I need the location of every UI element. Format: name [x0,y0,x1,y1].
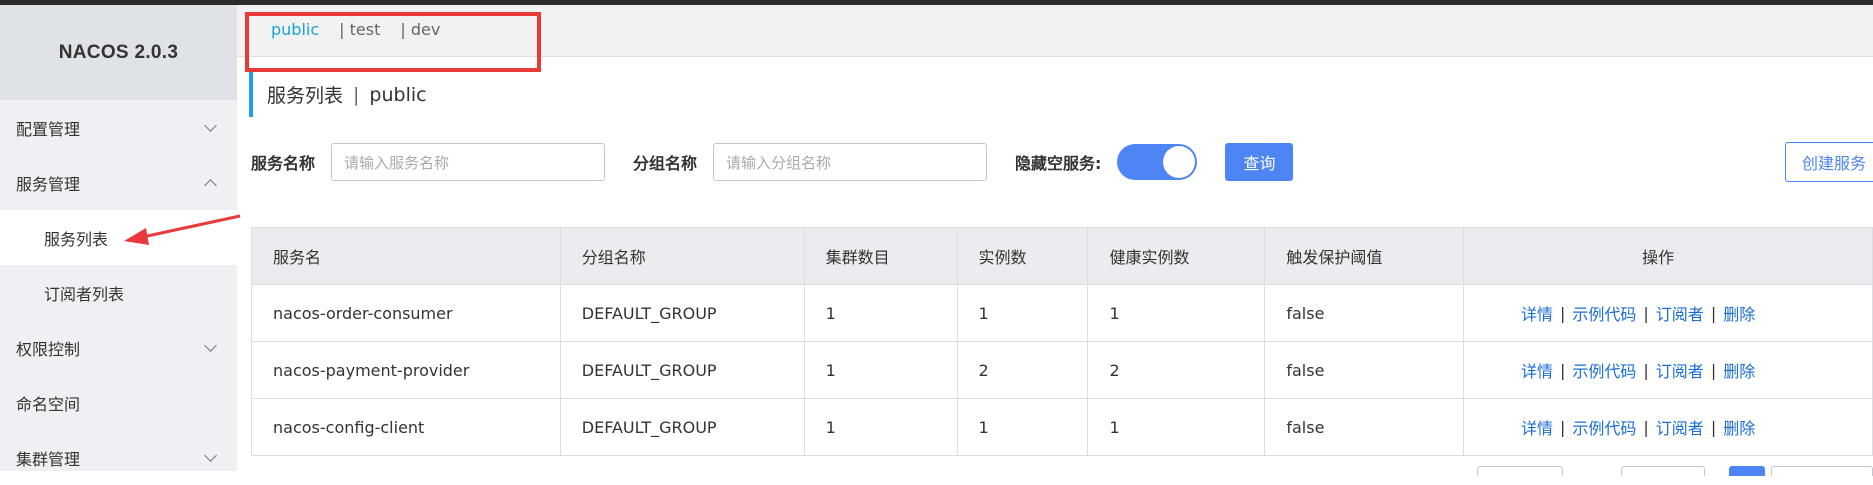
cell-group-name: DEFAULT_GROUP [561,285,805,341]
sidebar-item-label: 订阅者列表 [44,284,125,304]
action-separator: | [1560,360,1566,380]
delete-link[interactable]: 删除 [1723,415,1755,439]
next-page-button[interactable] [1771,466,1873,476]
action-separator: | [1710,360,1717,380]
column-header-cluster-count[interactable]: 集群数目 [805,228,958,284]
current-page-button[interactable] [1729,466,1765,476]
hide-empty-label: 隐藏空服务: [1015,154,1102,173]
sidebar-item-label: 服务管理 [16,174,81,194]
hide-empty-toggle[interactable] [1117,144,1198,180]
action-separator: | [1710,417,1717,437]
cell-cluster-count: 1 [805,285,958,341]
delete-link[interactable]: 删除 [1723,358,1755,382]
sidebar-item-label: 服务列表 [44,229,109,249]
column-header-protect-threshold[interactable]: 触发保护阈值 [1265,228,1465,284]
group-name-label: 分组名称 [633,154,698,173]
service-table: 服务名 分组名称 集群数目 实例数 健康实例数 触发保护阈值 操作 nacos-… [251,227,1873,456]
cell-group-name: DEFAULT_GROUP [561,399,805,455]
cell-service-name: nacos-config-client [252,399,561,455]
sidebar: NACOS 2.0.3 配置管理 服务管理 服务列表 订阅者列表 权限控制 命名… [0,5,237,471]
action-separator: | [1560,303,1566,323]
cell-instance-count: 1 [958,285,1089,341]
table-row: nacos-payment-provider DEFAULT_GROUP 1 2… [252,342,1873,399]
column-header-healthy-instances[interactable]: 健康实例数 [1088,228,1266,284]
table-row: nacos-config-client DEFAULT_GROUP 1 1 1 … [252,399,1873,456]
cell-instance-count: 1 [958,399,1089,455]
action-separator: | [1710,303,1717,323]
subscriber-link[interactable]: 订阅者 [1656,358,1704,382]
page-title-separator: | [353,83,360,106]
column-header-actions: 操作 [1464,228,1873,284]
table-header: 服务名 分组名称 集群数目 实例数 健康实例数 触发保护阈值 操作 [252,228,1873,285]
detail-link[interactable]: 详情 [1521,301,1553,325]
page-title-namespace: public [369,83,427,106]
service-name-placeholder: 请输入服务名称 [344,153,450,172]
cell-protect-threshold: false [1265,399,1465,455]
cell-actions: 详情 | 示例代码 | 订阅者 | 删除 [1464,399,1873,455]
sample-code-link[interactable]: 示例代码 [1572,415,1636,439]
sample-code-link[interactable]: 示例代码 [1572,358,1636,382]
cell-group-name: DEFAULT_GROUP [561,342,805,398]
namespace-bar: public | test | dev [237,5,1873,72]
sidebar-item-label: 权限控制 [16,339,81,359]
sidebar-item-label: 命名空间 [16,394,81,414]
cell-healthy-instances: 2 [1088,342,1266,398]
sidebar-item-subscriber-list[interactable]: 订阅者列表 [0,265,237,320]
page-size-select[interactable] [1477,466,1563,476]
sidebar-item-cluster-management[interactable]: 集群管理 [0,430,237,485]
cell-actions: 详情 | 示例代码 | 订阅者 | 删除 [1464,342,1873,398]
sidebar-item-access-control[interactable]: 权限控制 [0,320,237,375]
sidebar-item-label: 集群管理 [16,449,81,469]
group-name-input[interactable]: 请输入分组名称 [713,143,988,181]
cell-cluster-count: 1 [805,399,958,455]
page-title: 服务列表 | public [249,72,427,117]
column-header-group-name[interactable]: 分组名称 [561,228,805,284]
sidebar-item-namespace[interactable]: 命名空间 [0,375,237,430]
sidebar-item-config-management[interactable]: 配置管理 [0,100,237,155]
annotation-highlight-box [245,12,541,72]
delete-link[interactable]: 删除 [1723,301,1755,325]
cell-service-name: nacos-payment-provider [252,342,561,398]
subscriber-link[interactable]: 订阅者 [1656,301,1704,325]
sidebar-item-service-management[interactable]: 服务管理 [0,155,237,210]
chevron-down-icon [204,448,217,462]
create-service-button[interactable]: 创建服务 [1784,142,1873,182]
service-name-input[interactable]: 请输入服务名称 [331,143,606,181]
action-separator: | [1643,417,1649,437]
column-header-service-name[interactable]: 服务名 [252,228,561,284]
detail-link[interactable]: 详情 [1521,358,1553,382]
toggle-knob [1163,146,1196,178]
detail-link[interactable]: 详情 [1521,415,1553,439]
sidebar-item-service-list[interactable]: 服务列表 [0,210,237,265]
cell-protect-threshold: false [1265,342,1465,398]
cell-healthy-instances: 1 [1088,285,1266,341]
cell-healthy-instances: 1 [1088,399,1266,455]
cell-actions: 详情 | 示例代码 | 订阅者 | 删除 [1464,285,1873,341]
cell-service-name: nacos-order-consumer [252,285,561,341]
brand-logo: NACOS 2.0.3 [0,5,237,100]
prev-page-button[interactable] [1621,466,1705,476]
subscriber-link[interactable]: 订阅者 [1656,415,1704,439]
service-name-label: 服务名称 [251,154,316,173]
cell-cluster-count: 1 [805,342,958,398]
query-button[interactable]: 查询 [1225,143,1294,181]
main-content: public | test | dev 服务列表 | public 服务名称 请… [237,5,1873,476]
sidebar-item-label: 配置管理 [16,119,81,139]
action-separator: | [1643,360,1649,380]
chevron-down-icon [204,338,217,352]
chevron-up-icon [204,178,217,192]
group-name-placeholder: 请输入分组名称 [726,153,832,172]
page-title-text: 服务列表 [267,85,344,107]
action-separator: | [1560,417,1566,437]
sample-code-link[interactable]: 示例代码 [1572,301,1636,325]
column-header-instance-count[interactable]: 实例数 [958,228,1089,284]
action-separator: | [1643,303,1649,323]
cell-instance-count: 2 [958,342,1089,398]
cell-protect-threshold: false [1265,285,1465,341]
chevron-down-icon [204,118,217,132]
filter-bar: 服务名称 请输入服务名称 分组名称 请输入分组名称 隐藏空服务: 查询 创建服务 [251,141,1873,183]
table-row: nacos-order-consumer DEFAULT_GROUP 1 1 1… [252,285,1873,342]
